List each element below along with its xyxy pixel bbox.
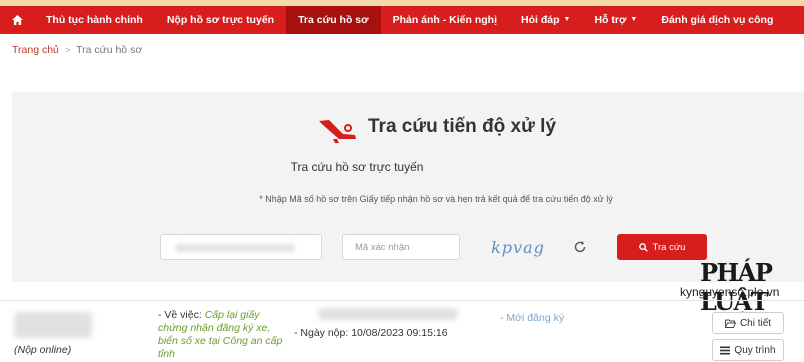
- list-icon: [720, 346, 731, 354]
- result-subject: - Về việc: Cấp lại giấy chứng nhận đăng …: [158, 309, 288, 361]
- nav-item-ho-tro[interactable]: Hỗ trợ ▼: [582, 6, 649, 34]
- detail-button[interactable]: Chi tiết: [712, 312, 784, 334]
- nav-item-thu-tuc[interactable]: Thủ tục hành chính: [34, 6, 155, 34]
- main-nav: Thủ tục hành chính Nộp hồ sơ trực tuyến …: [0, 6, 804, 34]
- nav-item-danh-gia[interactable]: Đánh giá dịch vụ công: [649, 6, 785, 34]
- search-button[interactable]: Tra cứu: [617, 234, 707, 260]
- breadcrumb-home-link[interactable]: Trang chủ: [12, 44, 59, 56]
- search-icon: [638, 242, 648, 252]
- process-button[interactable]: Quy trình: [712, 339, 784, 361]
- search-button-label: Tra cứu: [652, 241, 686, 253]
- nav-item-hoi-dap-label: Hỏi đáp: [521, 14, 560, 26]
- folder-open-icon: [724, 319, 736, 328]
- nav-item-nop-ho-so[interactable]: Nộp hồ sơ trực tuyến: [155, 6, 286, 34]
- plane-search-icon: [319, 120, 356, 143]
- nav-item-ho-tro-label: Hỗ trợ: [594, 14, 627, 26]
- process-button-label: Quy trình: [734, 344, 776, 356]
- home-icon: [11, 15, 23, 25]
- captcha-image: kpvag: [491, 237, 545, 257]
- search-panel: Tra cứu tiến độ xử lý Tra cứu hồ sơ trực…: [12, 92, 804, 282]
- nav-item-phan-anh[interactable]: Phản ánh - Kiến nghị: [381, 6, 509, 34]
- record-code-redacted: [14, 312, 92, 338]
- record-code-input[interactable]: [160, 234, 322, 260]
- panel-instruction-note: * Nhập Mã số hồ sơ trên Giấy tiếp nhận h…: [259, 194, 613, 204]
- panel-subtitle: Tra cứu hồ sơ trực tuyến: [290, 160, 424, 174]
- nav-item-tra-cuu[interactable]: Tra cứu hồ sơ: [286, 6, 381, 34]
- chevron-down-icon: ▼: [630, 16, 638, 24]
- panel-title: Tra cứu tiến độ xử lý: [368, 116, 557, 137]
- applicant-redacted: [318, 308, 458, 320]
- submit-date: - Ngày nộp: 10/08/2023 09:15:16: [294, 327, 448, 339]
- nav-item-hoi-dap[interactable]: Hỏi đáp ▼: [509, 6, 582, 34]
- breadcrumb: Trang chủ > Tra cứu hồ sơ: [12, 44, 142, 56]
- watermark-site: kynguyenso.plo.vn: [680, 285, 780, 299]
- chevron-down-icon: ▼: [563, 16, 571, 24]
- record-code-redacted-value: [175, 244, 295, 252]
- status-badge: - Mới đăng ký: [500, 312, 565, 324]
- breadcrumb-current: Tra cứu hồ sơ: [76, 44, 143, 56]
- results-divider: [0, 300, 804, 301]
- breadcrumb-separator: >: [64, 45, 71, 55]
- nav-home[interactable]: [0, 6, 34, 34]
- subject-prefix: - Về việc:: [158, 309, 202, 321]
- submit-type: (Nộp online): [14, 344, 72, 356]
- captcha-input[interactable]: [342, 234, 460, 260]
- refresh-icon[interactable]: [573, 240, 587, 254]
- detail-button-label: Chi tiết: [739, 317, 772, 329]
